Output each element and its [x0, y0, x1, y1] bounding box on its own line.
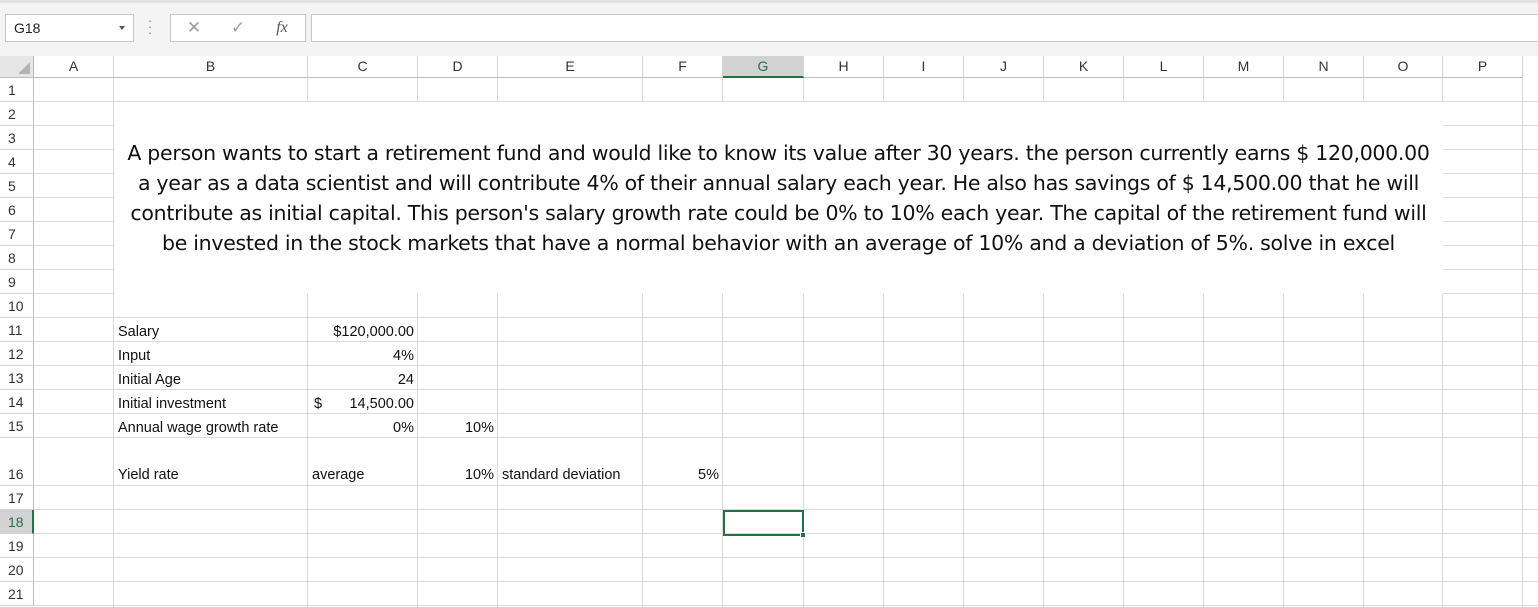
row-header-17[interactable]: 17: [0, 486, 34, 510]
column-header-G[interactable]: G: [723, 56, 804, 78]
more-options-icon[interactable]: · · ·: [147, 14, 153, 39]
select-all-icon: [18, 62, 30, 74]
cell-B12[interactable]: Input: [114, 344, 308, 368]
column-header-C[interactable]: C: [308, 56, 418, 78]
cell-E16[interactable]: standard deviation: [498, 463, 643, 487]
column-header-I[interactable]: I: [884, 56, 964, 78]
column-header-K[interactable]: K: [1044, 56, 1124, 78]
cell-B14[interactable]: Initial investment: [114, 392, 308, 416]
column-header-P[interactable]: P: [1443, 56, 1523, 78]
row-header-15[interactable]: 15: [0, 414, 34, 438]
formula-input[interactable]: [311, 14, 1538, 42]
problem-statement[interactable]: A person wants to start a retirement fun…: [114, 102, 1443, 294]
column-header-E[interactable]: E: [498, 56, 643, 78]
row-header-4[interactable]: 4: [0, 150, 34, 174]
column-header-M[interactable]: M: [1204, 56, 1284, 78]
cell-C15[interactable]: 0%: [308, 416, 418, 440]
cell-C11[interactable]: $120,000.00: [308, 320, 418, 344]
row-gridline: [34, 605, 1538, 606]
column-header-O[interactable]: O: [1364, 56, 1443, 78]
cell-F16[interactable]: 5%: [643, 463, 723, 487]
problem-text: A person wants to start a retirement fun…: [127, 141, 1430, 255]
row-header-20[interactable]: 20: [0, 558, 34, 582]
row-header-19[interactable]: 19: [0, 534, 34, 558]
column-header-N[interactable]: N: [1284, 56, 1364, 78]
selected-cell-G18[interactable]: [723, 510, 806, 538]
row-header-18[interactable]: 18: [0, 510, 34, 534]
row-header-14[interactable]: 14: [0, 390, 34, 414]
row-gridline: [34, 317, 1538, 318]
insert-function-icon[interactable]: fx: [265, 15, 299, 41]
row-header-1[interactable]: 1: [0, 78, 34, 102]
row-header-9[interactable]: 9: [0, 270, 34, 294]
row-gridline: [34, 557, 1538, 558]
cell-B16[interactable]: Yield rate: [114, 463, 308, 487]
row-header-6[interactable]: 6: [0, 198, 34, 222]
excel-window: G18 · · · ✕ ✓ fx ABCDEFGHIJKLMNOP 12345678…: [0, 0, 1538, 607]
column-header-J[interactable]: J: [964, 56, 1044, 78]
worksheet-grid[interactable]: ABCDEFGHIJKLMNOP 1 2 3 4 5 6 7 8 9 10 11 12 13 14 15 16…: [0, 56, 1538, 607]
row-header-10[interactable]: 10: [0, 294, 34, 318]
select-all-button[interactable]: [0, 56, 34, 78]
column-header-A[interactable]: A: [34, 56, 114, 78]
name-box[interactable]: G18: [5, 14, 134, 42]
name-box-value: G18: [14, 20, 41, 36]
row-header-21[interactable]: 21: [0, 582, 34, 606]
row-header-8[interactable]: 8: [0, 246, 34, 270]
column-header-D[interactable]: D: [418, 56, 498, 78]
cell-C14[interactable]: $ 14,500.00: [308, 392, 418, 416]
formula-bar: G18 · · · ✕ ✓ fx: [0, 0, 1538, 56]
cancel-icon[interactable]: ✕: [177, 15, 211, 41]
currency-symbol: $: [314, 396, 323, 412]
cell-C12[interactable]: 4%: [308, 344, 418, 368]
cell-D16[interactable]: 10%: [418, 463, 498, 487]
row-header-3[interactable]: 3: [0, 126, 34, 150]
fill-handle[interactable]: [800, 532, 806, 538]
formula-buttons: ✕ ✓ fx: [170, 14, 306, 42]
row-header-12[interactable]: 12: [0, 342, 34, 366]
enter-icon[interactable]: ✓: [221, 15, 255, 41]
column-header-B[interactable]: B: [114, 56, 308, 78]
row-header-16[interactable]: 16: [0, 438, 34, 486]
column-header-F[interactable]: F: [643, 56, 723, 78]
column-gridline: [1522, 78, 1523, 607]
row-header-5[interactable]: 5: [0, 174, 34, 198]
column-header-L[interactable]: L: [1124, 56, 1204, 78]
cell-B13[interactable]: Initial Age: [114, 368, 308, 392]
chevron-down-icon[interactable]: [119, 26, 125, 30]
row-header-13[interactable]: 13: [0, 366, 34, 390]
row-gridline: [34, 581, 1538, 582]
cell-C16[interactable]: average: [308, 463, 418, 487]
row-header-2[interactable]: 2: [0, 102, 34, 126]
cell-C13[interactable]: 24: [308, 368, 418, 392]
cell-B15[interactable]: Annual wage growth rate: [114, 416, 308, 440]
row-header-11[interactable]: 11: [0, 318, 34, 342]
column-header-H[interactable]: H: [804, 56, 884, 78]
currency-value: 14,500.00: [349, 396, 414, 412]
cell-D15[interactable]: 10%: [418, 416, 498, 440]
cell-B11[interactable]: Salary: [114, 320, 308, 344]
ribbon-edge: [0, 0, 1538, 3]
row-header-7[interactable]: 7: [0, 222, 34, 246]
